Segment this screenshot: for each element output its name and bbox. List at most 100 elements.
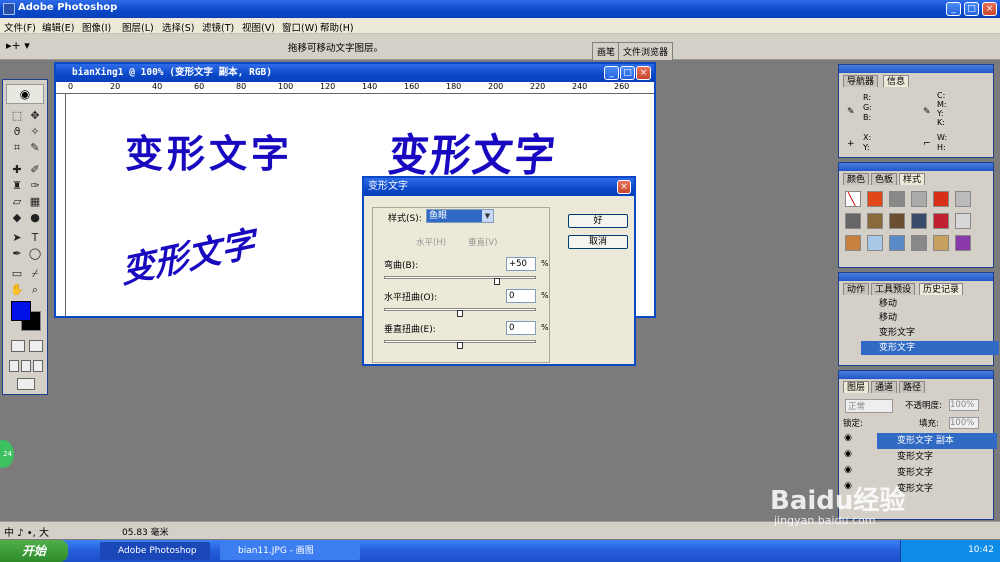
style-swatch[interactable]	[845, 213, 861, 229]
type-tool-icon[interactable]: T	[27, 230, 43, 246]
lasso-tool-icon[interactable]: ϑ	[9, 124, 25, 140]
fill-input[interactable]: 100%	[949, 417, 979, 429]
style-swatch[interactable]	[911, 191, 927, 207]
tab-history[interactable]: 历史记录	[919, 283, 964, 295]
layer-row-active[interactable]: 变形文字 副本	[877, 433, 997, 449]
doc-close-button[interactable]: ×	[636, 66, 651, 80]
quick-mask-icon[interactable]	[29, 340, 43, 352]
screen-mode-2-icon[interactable]	[21, 360, 31, 372]
menu-filter[interactable]: 滤镜(T)	[202, 20, 234, 34]
menu-file[interactable]: 文件(F)	[4, 20, 36, 34]
pen-tool-icon[interactable]: ✒	[9, 246, 25, 262]
tab-swatches[interactable]: 色板	[871, 173, 898, 185]
style-select[interactable]: 鱼眼 ▼	[426, 209, 494, 223]
screen-mode-1-icon[interactable]	[9, 360, 19, 372]
style-swatch[interactable]	[955, 191, 971, 207]
photoshop-eye-icon[interactable]: ◉	[6, 84, 44, 104]
style-swatch[interactable]	[889, 191, 905, 207]
screen-mode-3-icon[interactable]	[33, 360, 43, 372]
path-select-icon[interactable]: ➤	[9, 230, 25, 246]
radio-vertical[interactable]: 垂直(V)	[468, 236, 497, 248]
style-swatch[interactable]	[889, 235, 905, 251]
style-swatch[interactable]	[911, 235, 927, 251]
history-item[interactable]: 移动	[861, 297, 999, 311]
canvas-text-plain[interactable]: 变形文字	[125, 123, 293, 178]
task-photoshop[interactable]: Adobe Photoshop	[100, 542, 210, 560]
move-tool-icon[interactable]: ✥	[27, 108, 43, 124]
horizontal-distortion-input[interactable]: 0	[506, 289, 536, 303]
history-item[interactable]: 变形文字	[861, 326, 999, 340]
menu-image[interactable]: 图像(I)	[82, 20, 111, 34]
hand-tool-icon[interactable]: ✋	[9, 282, 25, 298]
tab-color[interactable]: 颜色	[843, 173, 870, 185]
task-paint[interactable]: bian11.JPG - 画图	[220, 542, 360, 560]
menu-select[interactable]: 选择(S)	[162, 20, 194, 34]
history-brush-icon[interactable]: ✑	[27, 178, 43, 194]
tab-channels[interactable]: 通道	[871, 381, 898, 393]
style-swatch[interactable]	[845, 235, 861, 251]
vertical-distortion-input[interactable]: 0	[506, 321, 536, 335]
style-swatch[interactable]	[933, 191, 949, 207]
ok-button[interactable]: 好	[568, 214, 628, 228]
dodge-tool-icon[interactable]: ●	[27, 210, 43, 226]
style-swatch[interactable]	[911, 213, 927, 229]
style-swatch[interactable]	[889, 213, 905, 229]
cancel-button[interactable]: 取消	[568, 235, 628, 249]
eyedropper-icon[interactable]: ⌿	[27, 266, 43, 282]
menu-layer[interactable]: 图层(L)	[122, 20, 154, 34]
visibility-eye-icon[interactable]: ◉	[841, 465, 855, 481]
healing-brush-icon[interactable]: ✚	[9, 162, 25, 178]
start-button[interactable]: 开始	[0, 540, 68, 562]
vdist-slider-thumb[interactable]	[457, 342, 463, 349]
tab-layers[interactable]: 图层	[843, 381, 870, 393]
tab-styles[interactable]: 样式	[899, 173, 926, 185]
gradient-tool-icon[interactable]: ▦	[27, 194, 43, 210]
notes-tool-icon[interactable]: ▭	[9, 266, 25, 282]
style-swatch-none[interactable]: ╲	[845, 191, 861, 207]
style-swatch[interactable]	[955, 235, 971, 251]
bend-slider[interactable]	[384, 276, 536, 279]
foreground-color-swatch[interactable]	[11, 301, 31, 321]
layer-row[interactable]: 变形文字	[877, 449, 997, 465]
tab-actions[interactable]: 动作	[843, 283, 870, 295]
blend-mode-select[interactable]: 正常	[845, 399, 893, 413]
menu-edit[interactable]: 编辑(E)	[42, 20, 74, 34]
jump-to-imageready-icon[interactable]	[17, 378, 35, 390]
bend-input[interactable]: +50	[506, 257, 536, 271]
style-swatch[interactable]	[933, 213, 949, 229]
style-swatch[interactable]	[867, 213, 883, 229]
menu-help[interactable]: 帮助(H)	[320, 20, 354, 34]
visibility-eye-icon[interactable]: ◉	[841, 433, 855, 449]
tab-info[interactable]: 信息	[883, 75, 910, 87]
style-swatch[interactable]	[867, 235, 883, 251]
marquee-tool-icon[interactable]: ⬚	[9, 108, 25, 124]
menu-window[interactable]: 窗口(W)	[282, 20, 318, 34]
style-swatch[interactable]	[933, 235, 949, 251]
well-file-browser[interactable]: 文件浏览器	[618, 42, 674, 60]
doc-maximize-button[interactable]: □	[620, 66, 635, 80]
tab-tool-presets[interactable]: 工具预设	[871, 283, 916, 295]
close-button[interactable]: ×	[982, 2, 997, 16]
side-badge[interactable]: 24	[0, 440, 14, 468]
tab-paths[interactable]: 路径	[899, 381, 926, 393]
magic-wand-icon[interactable]: ✧	[27, 124, 43, 140]
hdist-slider-thumb[interactable]	[457, 310, 463, 317]
tab-navigator[interactable]: 导航器	[843, 75, 879, 87]
history-item-active[interactable]: 变形文字	[861, 341, 999, 355]
history-item[interactable]: 移动	[861, 311, 999, 325]
maximize-button[interactable]: □	[964, 2, 979, 16]
zoom-tool-icon[interactable]: ⌕	[27, 282, 43, 298]
style-swatch[interactable]	[867, 191, 883, 207]
minimize-button[interactable]: _	[946, 2, 961, 16]
crop-tool-icon[interactable]: ⌗	[9, 140, 25, 156]
well-brushes[interactable]: 画笔	[592, 42, 621, 60]
visibility-eye-icon[interactable]: ◉	[841, 449, 855, 465]
dialog-close-button[interactable]: ×	[617, 180, 631, 194]
blur-tool-icon[interactable]: ◆	[9, 210, 25, 226]
stamp-tool-icon[interactable]: ♜	[9, 178, 25, 194]
ime-toolbar[interactable]: 中 ♪ •, 大	[4, 524, 49, 539]
shape-tool-icon[interactable]: ◯	[27, 246, 43, 262]
tool-preset-picker[interactable]: ▸+ ▾	[6, 39, 40, 55]
opacity-input[interactable]: 100%	[949, 399, 979, 411]
doc-minimize-button[interactable]: _	[604, 66, 619, 80]
